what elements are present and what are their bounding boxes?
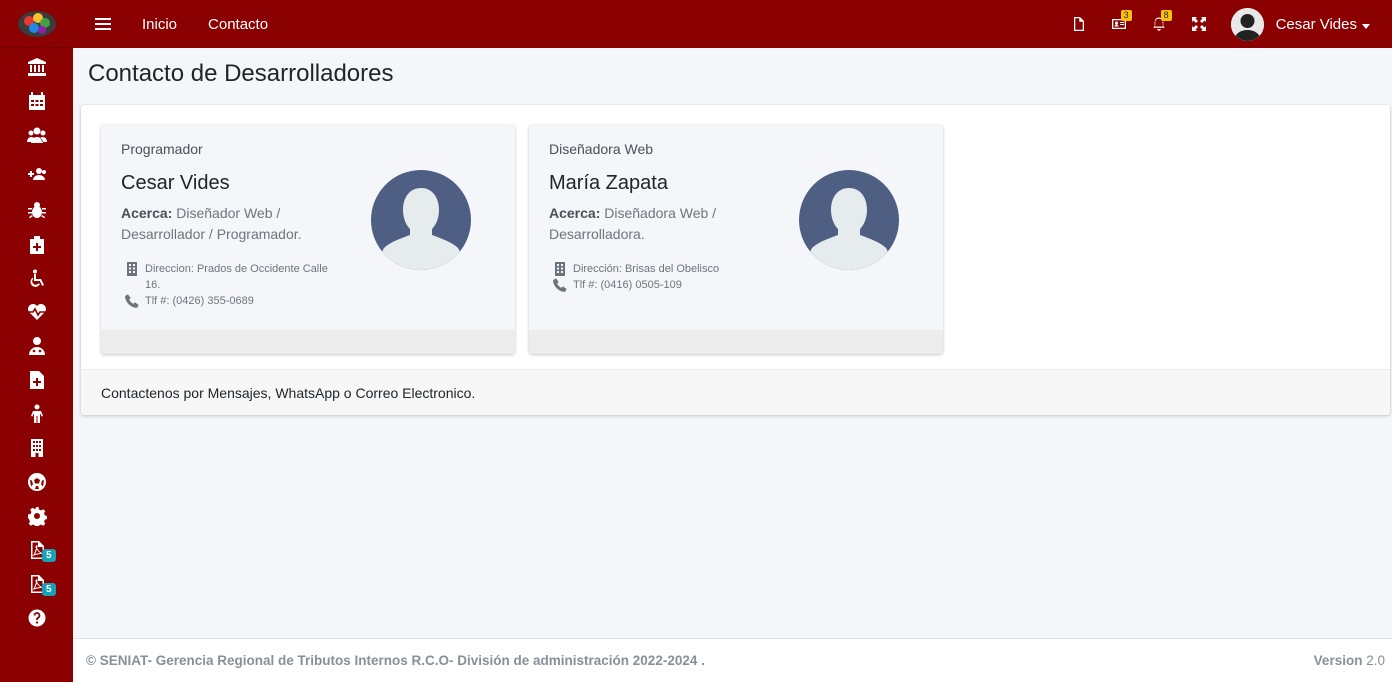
developer-avatar — [371, 170, 471, 270]
contact-footer-text: Contactenos por Mensajes, WhatsApp o Cor… — [81, 369, 1390, 415]
about-label: Acerca: — [549, 205, 601, 221]
developer-role: Diseñadora Web — [549, 141, 654, 157]
contact-phone: Tlf #: (0416) 0505-109 — [553, 277, 773, 293]
sidebar-item-bank[interactable] — [0, 52, 73, 82]
version-label: Version — [1313, 653, 1363, 668]
file-button[interactable] — [1071, 16, 1087, 32]
id-card-badge: 3 — [1120, 10, 1132, 21]
notifications-badge: 8 — [1160, 10, 1172, 21]
contact-address: Direccion: Prados de Occidente Calle 16. — [125, 261, 345, 293]
logo-icon — [17, 10, 56, 37]
sidebar-item-user-md[interactable] — [0, 331, 73, 361]
developer-about: Acerca: Diseñadora Web / Desarrolladora. — [549, 203, 759, 245]
developer-avatar — [799, 170, 899, 270]
developers-card: Programador Cesar Vides Acerca: Diseñado… — [81, 105, 1390, 415]
sidebar-item-pdf-1[interactable]: 5 — [0, 535, 73, 565]
nav-link-inicio[interactable]: Inicio — [142, 16, 177, 33]
sidebar-item-futbol[interactable] — [0, 467, 73, 497]
user-md-icon — [28, 337, 45, 355]
calendar-icon — [28, 92, 45, 110]
developer-about: Acerca: Diseñador Web / Desarrollador / … — [121, 203, 331, 245]
sidebar-item-child[interactable] — [0, 399, 73, 429]
about-label: Acerca: — [121, 205, 173, 221]
medkit-icon — [29, 236, 44, 254]
user-plus-icon — [27, 168, 46, 180]
version-value: 2.0 — [1366, 653, 1385, 668]
user-menu[interactable]: Cesar Vides — [1230, 7, 1370, 41]
sidebar-item-medkit[interactable] — [0, 230, 73, 260]
sidebar-item-wheelchair[interactable] — [0, 264, 73, 294]
contact-address: Dirección: Brisas del Obelisco — [553, 261, 773, 277]
sidebar: 5 5 — [0, 0, 73, 682]
sidebar-item-file-medical[interactable] — [0, 365, 73, 395]
address-text: Dirección: Brisas del Obelisco — [573, 263, 720, 275]
futbol-icon — [27, 473, 46, 491]
developer-name: María Zapata — [549, 172, 668, 194]
developer-card-footer — [529, 330, 943, 354]
child-icon — [30, 404, 43, 423]
phone-icon — [553, 278, 567, 292]
sidebar-item-bug[interactable] — [0, 195, 73, 225]
building-icon — [555, 262, 565, 276]
sidebar-item-help[interactable] — [0, 603, 73, 633]
developer-role: Programador — [121, 141, 203, 157]
users-icon — [26, 127, 47, 143]
contact-phone: Tlf #: (0426) 355-0689 — [125, 293, 345, 309]
version-info: Version 2.0 — [1314, 653, 1385, 668]
sidebar-badge: 5 — [42, 549, 56, 562]
file-icon — [1073, 17, 1084, 31]
sidebar-item-settings[interactable] — [0, 501, 73, 531]
phone-text: Tlf #: (0426) 355-0689 — [145, 295, 254, 307]
copyright-text: © SENIAT- Gerencia Regional de Tributos … — [86, 653, 705, 668]
wheelchair-icon — [29, 269, 44, 287]
fullscreen-button[interactable] — [1191, 16, 1207, 32]
developer-card: Diseñadora Web María Zapata Acerca: Dise… — [529, 125, 943, 354]
developer-card-footer — [101, 330, 515, 354]
building-icon — [127, 262, 137, 276]
expand-icon — [1191, 17, 1206, 31]
sidebar-item-users[interactable] — [0, 120, 73, 150]
phone-text: Tlf #: (0416) 0505-109 — [573, 279, 682, 291]
question-icon — [28, 609, 45, 627]
user-name: Cesar Vides — [1275, 15, 1357, 33]
phone-icon — [125, 294, 139, 308]
sidebar-item-building[interactable] — [0, 433, 73, 463]
developer-name: Cesar Vides — [121, 172, 230, 194]
sidebar-item-pdf-2[interactable]: 5 — [0, 569, 73, 599]
content-wrapper: Contacto de Desarrolladores Programador … — [73, 48, 1392, 638]
bank-icon — [27, 58, 46, 76]
building-icon — [30, 439, 43, 457]
top-navbar: Inicio Contacto 3 8 Cesar Vides — [73, 0, 1392, 48]
notifications-button[interactable]: 8 — [1151, 10, 1172, 32]
developer-contact: Dirección: Brisas del Obelisco Tlf #: (0… — [553, 261, 773, 293]
heartbeat-icon — [27, 304, 46, 320]
avatar — [1230, 7, 1264, 41]
sidebar-item-heartbeat[interactable] — [0, 297, 73, 327]
brand[interactable] — [0, 0, 73, 48]
person-silhouette-icon — [809, 188, 889, 270]
nav-link-contacto[interactable]: Contacto — [208, 16, 268, 33]
sidebar-badge: 5 — [42, 583, 56, 596]
gear-icon — [27, 507, 47, 526]
id-card-button[interactable]: 3 — [1111, 10, 1132, 32]
developer-contact: Direccion: Prados de Occidente Calle 16.… — [125, 261, 345, 309]
menu-toggle-icon[interactable] — [95, 15, 111, 33]
developer-card: Programador Cesar Vides Acerca: Diseñado… — [101, 125, 515, 354]
bug-icon — [27, 202, 46, 219]
sidebar-item-user-plus[interactable] — [0, 159, 73, 189]
caret-down-icon — [1362, 23, 1370, 29]
file-medical-icon — [29, 371, 44, 389]
page-title: Contacto de Desarrolladores — [88, 60, 394, 87]
sidebar-item-calendar[interactable] — [0, 86, 73, 116]
navbar-right: 3 8 Cesar Vides — [1071, 0, 1392, 48]
page-footer: © SENIAT- Gerencia Regional de Tributos … — [73, 638, 1392, 682]
person-silhouette-icon — [381, 188, 461, 270]
address-text: Direccion: Prados de Occidente Calle 16. — [145, 263, 328, 291]
